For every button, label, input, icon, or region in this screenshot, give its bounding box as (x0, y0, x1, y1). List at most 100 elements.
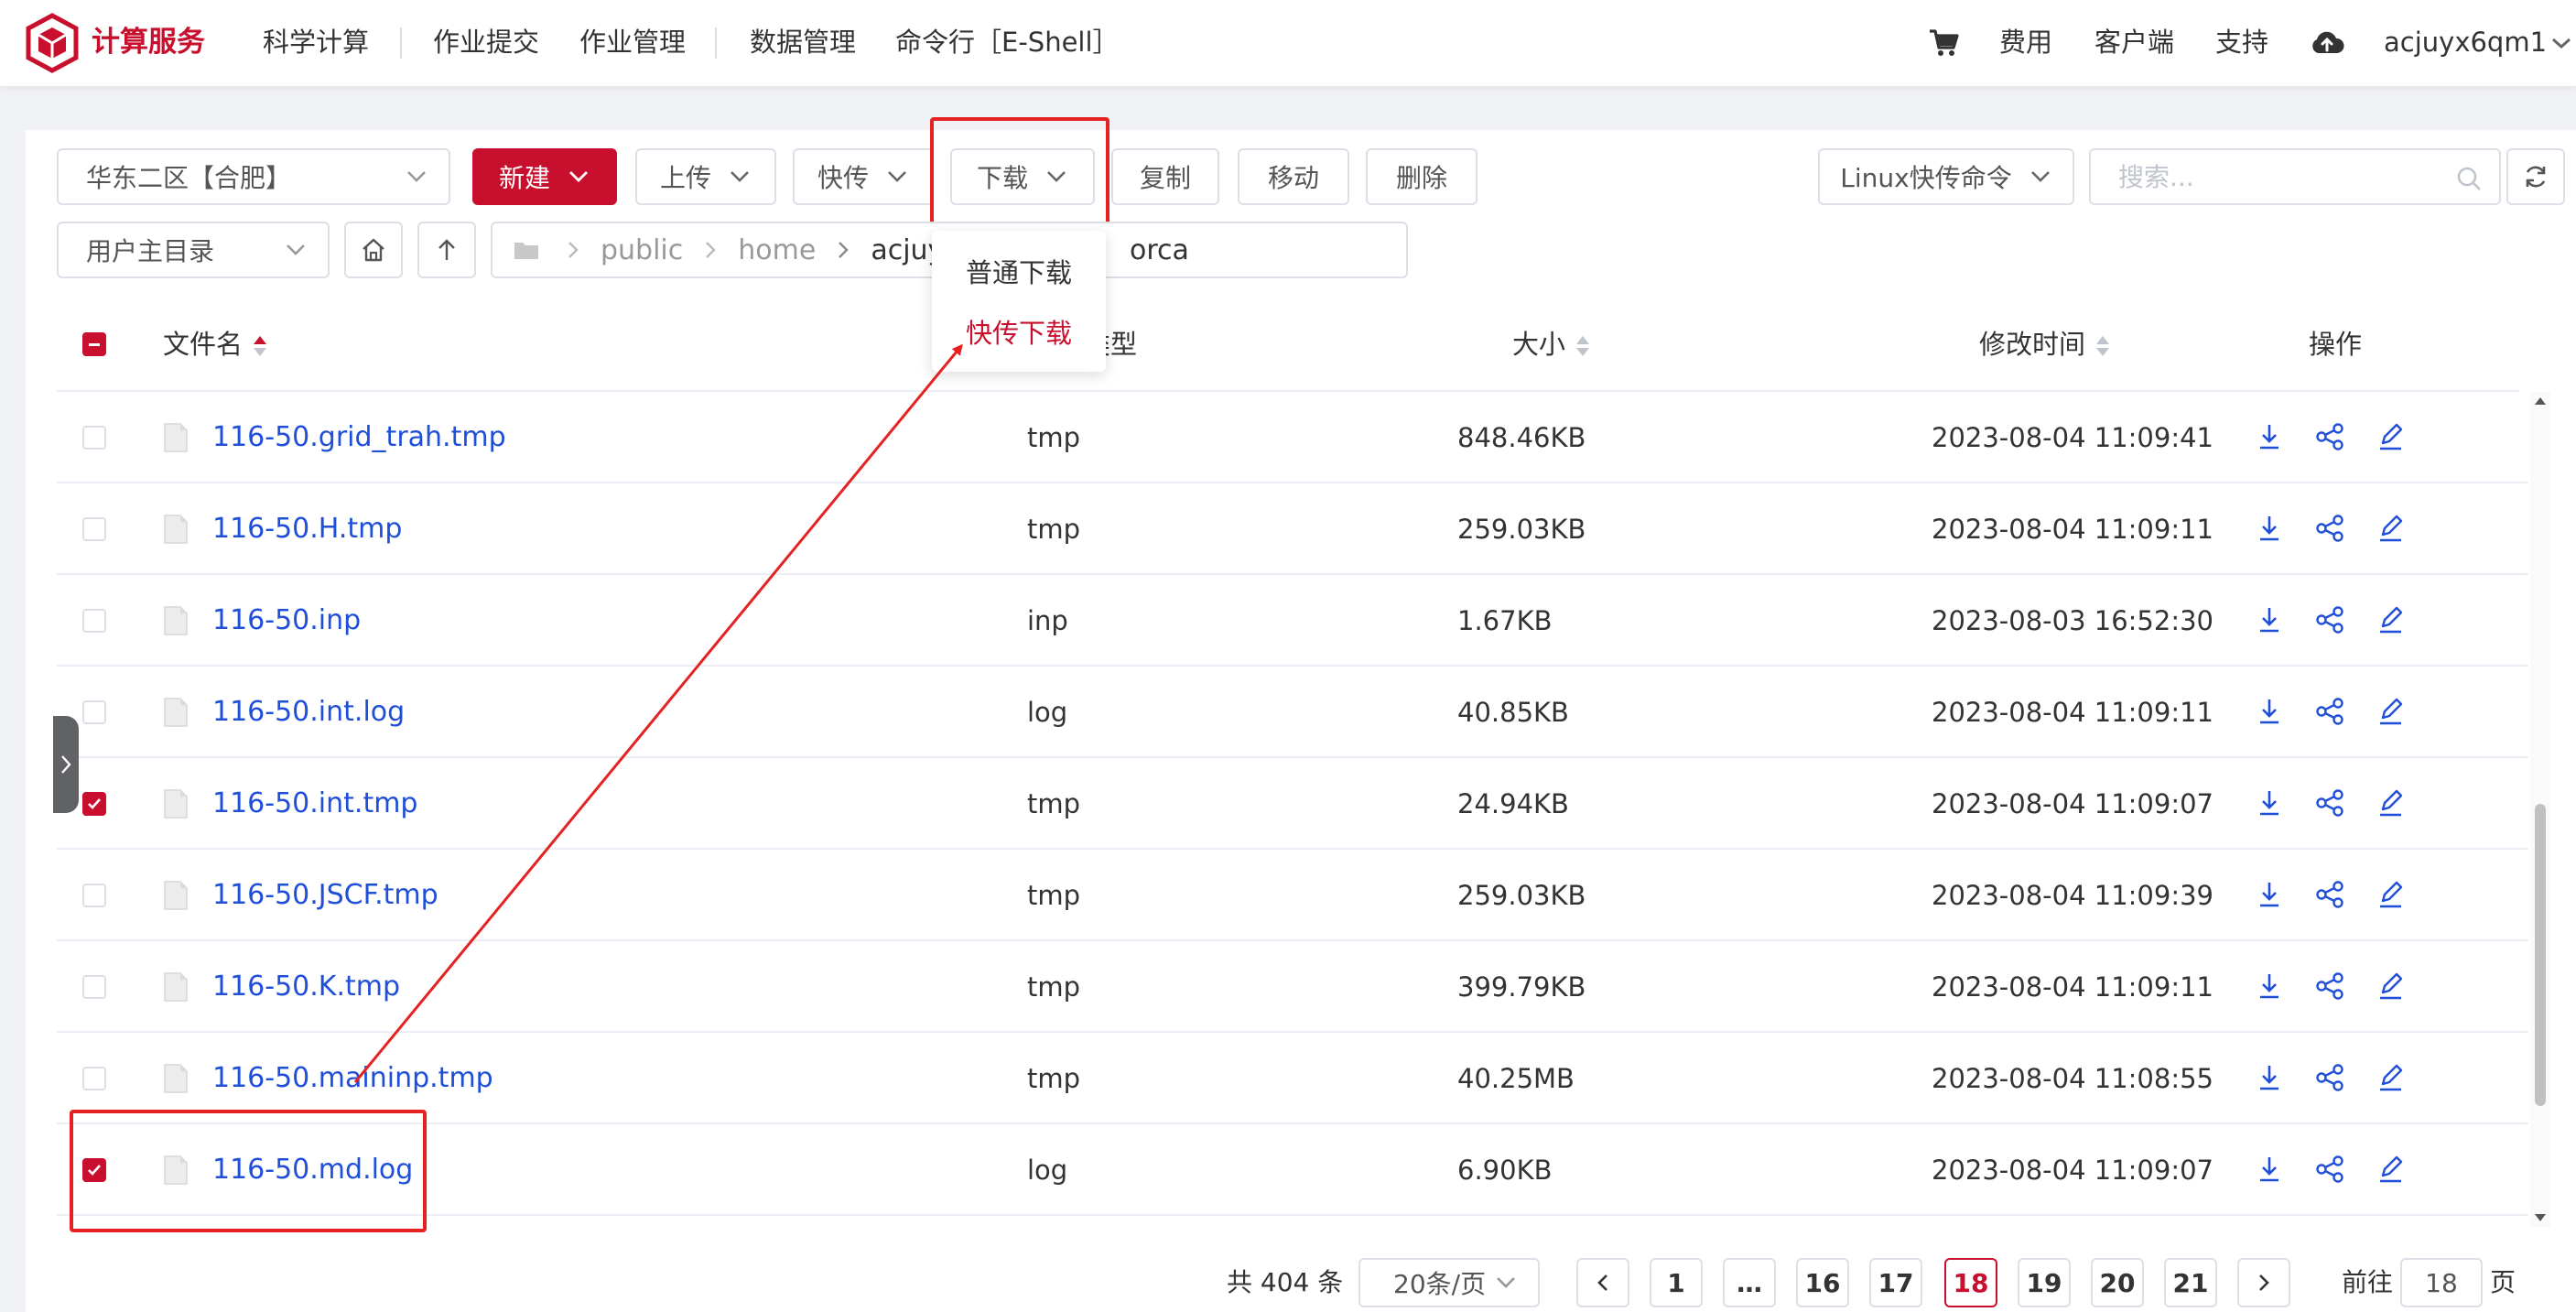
row-rename-button[interactable] (2373, 1152, 2408, 1187)
page-number-button[interactable]: 21 (2164, 1258, 2217, 1307)
table-row[interactable]: 116-50.JSCF.tmp tmp 259.03KB 2023-08-04 11:… (57, 850, 2528, 941)
table-scrollbar-thumb[interactable] (2535, 804, 2546, 1106)
normal-download-item[interactable]: 普通下载 (932, 245, 1106, 300)
file-name-link[interactable]: 116-50.grid_trah.tmp (212, 392, 506, 483)
row-download-button[interactable] (2252, 602, 2287, 637)
prev-page-button[interactable] (1576, 1258, 1629, 1307)
row-checkbox[interactable] (82, 884, 106, 907)
page-size-select[interactable]: 20条/页 (1358, 1258, 1540, 1307)
table-row[interactable]: 116-50.inp inp 1.67KB 2023-08-03 16:52:30 (57, 575, 2528, 667)
cart-icon[interactable] (1926, 26, 1961, 59)
brand-name[interactable]: 计算服务 (92, 20, 205, 64)
row-rename-button[interactable] (2373, 419, 2408, 454)
cloud-upload-icon[interactable] (2308, 26, 2346, 59)
copy-button[interactable]: 复制 (1111, 148, 1219, 205)
select-all-checkbox[interactable] (82, 332, 106, 356)
move-button[interactable]: 移动 (1238, 148, 1349, 205)
scroll-up-icon[interactable] (2534, 396, 2547, 407)
page-number-button[interactable]: 17 (1869, 1258, 1922, 1307)
linux-command-select[interactable]: Linux快传命令 (1818, 148, 2074, 205)
row-rename-button[interactable] (2373, 877, 2408, 912)
table-row[interactable]: 116-50.int.log log 40.85KB 2023-08-04 11:09… (57, 667, 2528, 758)
file-name-link[interactable]: 116-50.K.tmp (212, 941, 400, 1033)
nav-client[interactable]: 客户端 (2094, 20, 2174, 64)
nav-job-submit[interactable]: 作业提交 (433, 20, 539, 64)
breadcrumb-public[interactable]: public (601, 234, 683, 266)
row-rename-button[interactable] (2373, 969, 2408, 1003)
scroll-down-icon[interactable] (2534, 1212, 2547, 1223)
page-number-button[interactable]: 19 (2018, 1258, 2071, 1307)
row-download-button[interactable] (2252, 786, 2287, 820)
parent-directory-button[interactable] (417, 222, 476, 278)
file-name-link[interactable]: 116-50.inp (212, 575, 361, 667)
row-share-button[interactable] (2312, 602, 2347, 637)
nav-data-manage[interactable]: 数据管理 (750, 20, 856, 64)
row-checkbox[interactable] (82, 975, 106, 999)
nav-support[interactable]: 支持 (2215, 20, 2268, 64)
directory-select[interactable]: 用户主目录 (57, 222, 330, 278)
page-number-button[interactable]: 1 (1650, 1258, 1703, 1307)
refresh-button[interactable] (2506, 148, 2565, 205)
row-share-button[interactable] (2312, 786, 2347, 820)
row-checkbox[interactable] (82, 426, 106, 450)
table-row[interactable]: 116-50.md.log log 6.90KB 2023-08-04 11:09:0… (57, 1124, 2528, 1216)
search-input[interactable] (2116, 160, 2431, 193)
chevron-down-icon[interactable] (2550, 35, 2572, 51)
row-checkbox[interactable] (82, 609, 106, 633)
row-checkbox[interactable] (82, 700, 106, 724)
header-modified-time[interactable]: 修改时间 (1979, 298, 2111, 390)
file-name-link[interactable]: 116-50.int.log (212, 667, 405, 758)
search-icon[interactable] (2455, 165, 2483, 192)
row-checkbox[interactable] (82, 792, 106, 816)
user-menu[interactable]: acjuyx6qm1 (2384, 20, 2547, 64)
file-name-link[interactable]: 116-50.H.tmp (212, 483, 402, 575)
nav-scientific-computing[interactable]: 科学计算 (263, 20, 369, 64)
home-button[interactable] (344, 222, 403, 278)
quick-transfer-button[interactable]: 快传 (793, 148, 934, 205)
row-share-button[interactable] (2312, 969, 2347, 1003)
goto-page-input[interactable]: 18 (2400, 1258, 2483, 1307)
row-rename-button[interactable] (2373, 602, 2408, 637)
sidebar-toggle-tab[interactable] (53, 716, 79, 813)
row-download-button[interactable] (2252, 511, 2287, 546)
row-share-button[interactable] (2312, 511, 2347, 546)
page-number-button[interactable]: 16 (1796, 1258, 1849, 1307)
row-download-button[interactable] (2252, 877, 2287, 912)
row-share-button[interactable] (2312, 694, 2347, 729)
row-share-button[interactable] (2312, 877, 2347, 912)
row-download-button[interactable] (2252, 969, 2287, 1003)
row-share-button[interactable] (2312, 1152, 2347, 1187)
quick-download-item[interactable]: 快传下载 (932, 306, 1106, 361)
row-checkbox[interactable] (82, 517, 106, 541)
table-row[interactable]: 116-50.int.tmp tmp 24.94KB 2023-08-04 11:09… (57, 758, 2528, 850)
nav-fees[interactable]: 费用 (1999, 20, 2052, 64)
upload-button[interactable]: 上传 (635, 148, 776, 205)
row-rename-button[interactable] (2373, 1060, 2408, 1095)
row-checkbox[interactable] (82, 1067, 106, 1090)
page-ellipsis[interactable]: … (1723, 1258, 1776, 1307)
page-number-button[interactable]: 20 (2091, 1258, 2144, 1307)
breadcrumb-orca[interactable]: orca (1130, 234, 1189, 266)
page-number-button[interactable]: 18 (1944, 1258, 1997, 1307)
header-size[interactable]: 大小 (1512, 298, 1591, 390)
row-share-button[interactable] (2312, 1060, 2347, 1095)
delete-button[interactable]: 删除 (1366, 148, 1477, 205)
next-page-button[interactable] (2237, 1258, 2290, 1307)
nav-job-manage[interactable]: 作业管理 (579, 20, 686, 64)
header-filename[interactable]: 文件名 (163, 298, 268, 390)
row-rename-button[interactable] (2373, 786, 2408, 820)
table-scrollbar-track[interactable] (2530, 392, 2550, 1227)
table-row[interactable]: 116-50.maininp.tmp tmp 40.25MB 2023-08-04 1… (57, 1033, 2528, 1124)
row-download-button[interactable] (2252, 1152, 2287, 1187)
row-rename-button[interactable] (2373, 694, 2408, 729)
row-download-button[interactable] (2252, 419, 2287, 454)
table-row[interactable]: 116-50.grid_trah.tmp tmp 848.46KB 2023-08-0… (57, 392, 2528, 483)
new-button[interactable]: 新建 (472, 148, 617, 205)
region-select[interactable]: 华东二区【合肥】 (57, 148, 450, 205)
file-name-link[interactable]: 116-50.int.tmp (212, 758, 417, 850)
breadcrumb-home[interactable]: home (738, 234, 816, 266)
file-name-link[interactable]: 116-50.JSCF.tmp (212, 850, 438, 941)
row-share-button[interactable] (2312, 419, 2347, 454)
table-row[interactable]: 116-50.K.tmp tmp 399.79KB 2023-08-04 11:09:… (57, 941, 2528, 1033)
table-row[interactable]: 116-50.H.tmp tmp 259.03KB 2023-08-04 11:09:… (57, 483, 2528, 575)
